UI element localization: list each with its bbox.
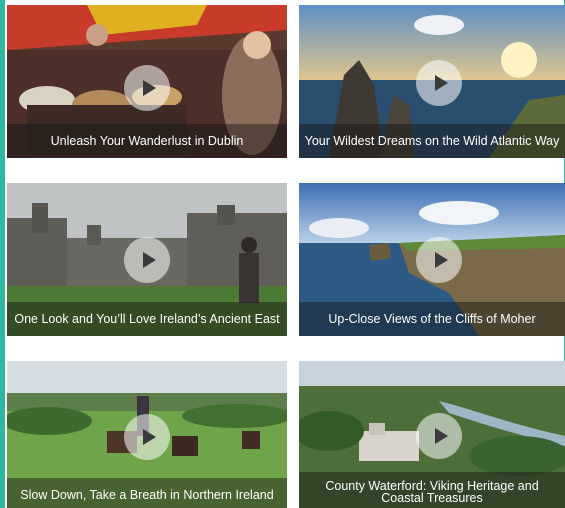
- play-icon: [434, 428, 448, 444]
- video-card-ancient-east[interactable]: One Look and You’ll Love Ireland’s Ancie…: [7, 183, 287, 336]
- play-button[interactable]: [416, 60, 462, 106]
- play-button[interactable]: [416, 237, 462, 283]
- play-button[interactable]: [124, 237, 170, 283]
- play-icon: [142, 429, 156, 445]
- video-card-wild-atlantic-way[interactable]: Your Wildest Dreams on the Wild Atlantic…: [299, 5, 565, 158]
- video-title[interactable]: Unleash Your Wanderlust in Dublin: [7, 124, 287, 158]
- play-icon: [142, 252, 156, 268]
- video-title[interactable]: County Waterford: Viking Heritage and Co…: [299, 472, 565, 508]
- play-icon: [142, 80, 156, 96]
- accent-border-left: [0, 0, 5, 508]
- video-title[interactable]: Your Wildest Dreams on the Wild Atlantic…: [299, 124, 565, 158]
- play-button[interactable]: [124, 414, 170, 460]
- video-title[interactable]: Up-Close Views of the Cliffs of Moher: [299, 302, 565, 336]
- video-title[interactable]: Slow Down, Take a Breath in Northern Ire…: [7, 478, 287, 508]
- video-card-northern-ireland[interactable]: Slow Down, Take a Breath in Northern Ire…: [7, 361, 287, 508]
- play-icon: [434, 75, 448, 91]
- video-card-cliffs-of-moher[interactable]: Up-Close Views of the Cliffs of Moher: [299, 183, 565, 336]
- video-card-county-waterford[interactable]: County Waterford: Viking Heritage and Co…: [299, 361, 565, 508]
- play-icon: [434, 252, 448, 268]
- play-button[interactable]: [124, 65, 170, 111]
- video-title[interactable]: One Look and You’ll Love Ireland’s Ancie…: [7, 302, 287, 336]
- video-card-dublin[interactable]: Unleash Your Wanderlust in Dublin: [7, 5, 287, 158]
- play-button[interactable]: [416, 413, 462, 459]
